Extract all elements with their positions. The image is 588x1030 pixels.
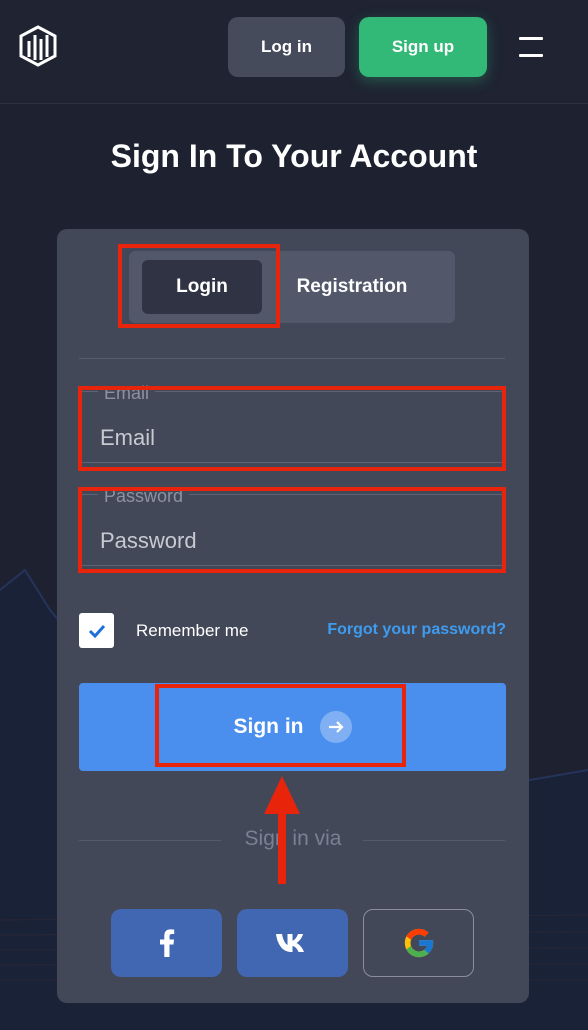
login-card: Login Registration Email Password Rememb… [57,229,529,1003]
vk-icon [275,934,304,952]
password-label: Password [98,486,190,507]
arrow-right-icon [319,711,352,743]
password-field[interactable]: Password [79,486,505,566]
tab-login[interactable]: Login [142,260,262,314]
facebook-login-button[interactable] [111,909,222,977]
header-signup-button[interactable]: Sign up [359,17,487,77]
facebook-icon [159,929,174,957]
google-icon [404,928,433,958]
remember-me-checkbox[interactable] [79,613,114,648]
hamburger-menu-icon[interactable] [519,35,543,59]
page-title: Sign In To Your Account [110,138,478,174]
tab-registration[interactable]: Registration [271,260,433,314]
sign-in-label: Sign in [233,715,304,738]
forgot-password-link[interactable]: Forgot your password? [327,621,506,639]
check-icon [88,624,105,638]
header-login-button[interactable]: Log in [228,17,345,77]
password-input[interactable] [100,526,480,556]
annotation-arrow-icon [264,776,300,884]
logo-icon[interactable] [18,24,58,68]
google-login-button[interactable] [363,909,474,977]
tabs-divider [79,358,505,359]
email-label: Email [98,383,156,404]
email-field[interactable]: Email [79,383,505,463]
via-line-right [363,840,505,841]
remember-me-label[interactable]: Remember me [136,621,248,641]
sign-in-button[interactable]: Sign in [79,683,506,771]
top-header: Log in Sign up [0,0,588,104]
email-input[interactable] [100,423,480,453]
vk-login-button[interactable] [237,909,348,977]
